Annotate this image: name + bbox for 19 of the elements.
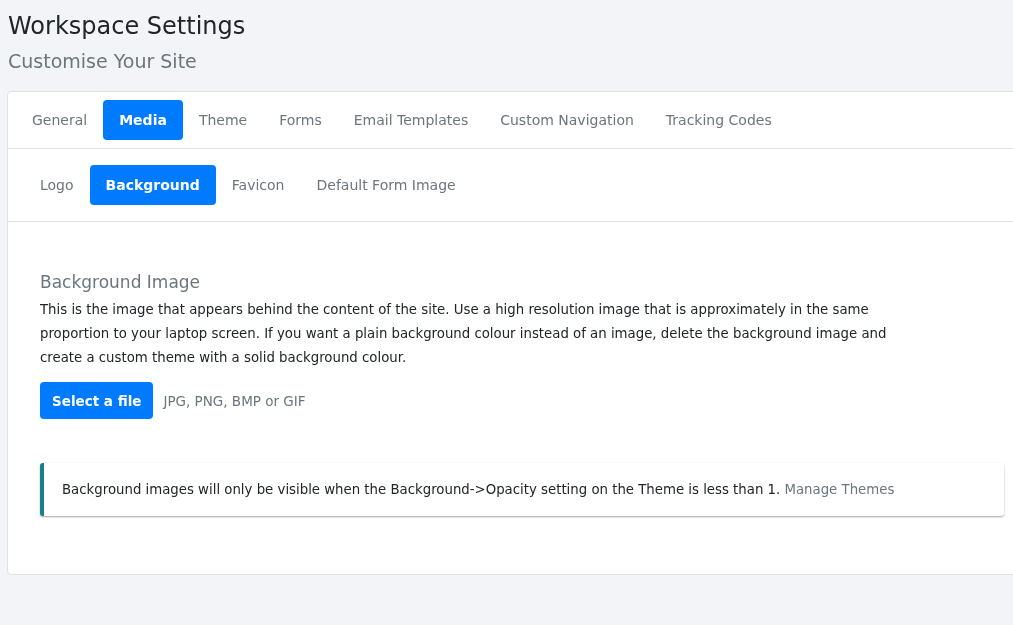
tab[interactable]: Tracking Codes xyxy=(649,100,788,140)
tab[interactable]: Email Templates xyxy=(337,100,485,140)
page-title: Workspace Settings xyxy=(8,11,247,42)
alert-text: Background images will only be visible when the Background->Opacity setting on the Theme is less than 1. Manage Themes xyxy=(62,482,896,497)
section-description: This is the image that appears behind the content of the site. Use a high resolution image that is approximately in the same proportion to your laptop screen. If you want a plain background colour instead of an image, delete the background image and create a custom theme with a solid background colour. xyxy=(40,301,888,367)
manage-themes-link[interactable]: Manage Themes xyxy=(784,482,895,497)
tab[interactable]: Forms xyxy=(263,100,338,140)
tab[interactable]: General xyxy=(16,100,104,140)
file-types-hint: JPG, PNG, BMP or GIF xyxy=(163,392,306,409)
tab[interactable]: Theme xyxy=(182,100,264,140)
subtab[interactable]: Background xyxy=(89,165,216,205)
page-subtitle: Customise Your Site xyxy=(8,49,198,74)
section-heading: Background Image xyxy=(40,272,202,292)
tab[interactable]: Media xyxy=(103,100,183,140)
tab[interactable]: Custom Navigation xyxy=(484,100,650,140)
select-file-button[interactable]: Select a file xyxy=(40,382,154,419)
subtab[interactable]: Logo xyxy=(24,165,90,205)
subtab[interactable]: Favicon xyxy=(215,165,301,205)
subtab[interactable]: Default Form Image xyxy=(300,165,472,205)
